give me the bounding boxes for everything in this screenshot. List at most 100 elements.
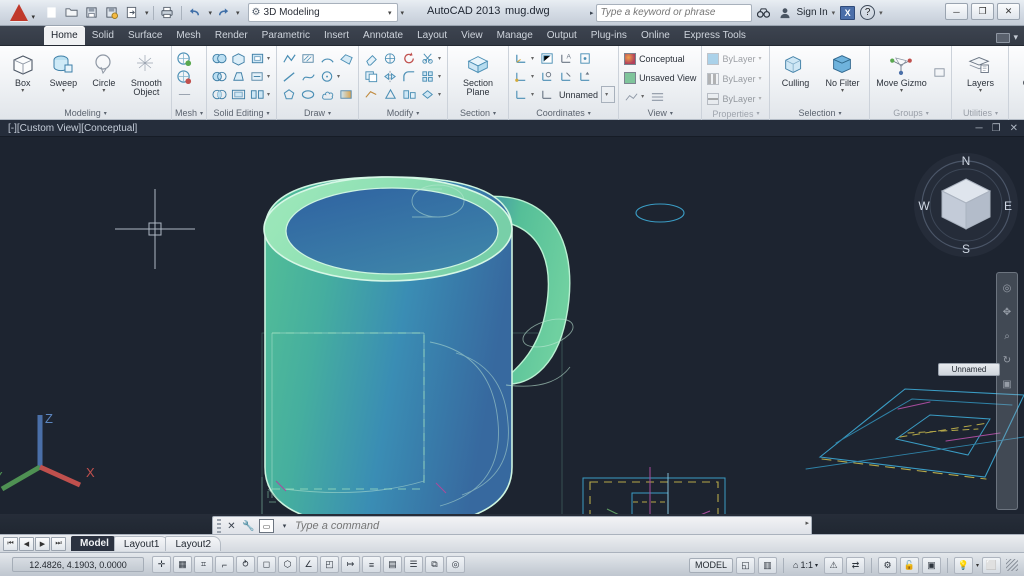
prev-layout-button[interactable]: ◀ <box>19 537 34 551</box>
chevron-down-icon[interactable]: ▾ <box>641 93 647 100</box>
copy-icon[interactable] <box>362 68 380 85</box>
export-dropdown-caret[interactable]: ▾ <box>145 9 149 17</box>
ortho-mode-icon[interactable]: ⌐ <box>215 556 234 573</box>
selection-cycling-icon[interactable]: ⧉ <box>425 556 444 573</box>
help-icon[interactable]: ? <box>860 5 875 20</box>
binoculars-icon[interactable] <box>755 4 773 22</box>
panel-draw-title[interactable]: Draw ▾ <box>280 106 355 120</box>
hatch-icon[interactable] <box>299 50 317 67</box>
search-input[interactable] <box>601 7 747 18</box>
export-icon[interactable] <box>122 3 141 22</box>
ucs-object-icon[interactable] <box>538 68 556 85</box>
redo-dropdown-caret[interactable]: ▾ <box>236 9 240 17</box>
viewport-label[interactable]: [-][Custom View][Conceptual] <box>8 123 137 134</box>
drawing-canvas[interactable]: Y X Z N E S W <box>0 137 1024 514</box>
no-filter-button[interactable]: No Filter ▾ <box>818 50 866 94</box>
fillet-icon[interactable] <box>400 68 418 85</box>
move-gizmo-button[interactable]: Move Gizmo ▾ <box>873 50 929 94</box>
panel-clipboard-title[interactable]: ▾ Clipboard <box>1012 106 1024 120</box>
union-icon[interactable] <box>210 50 228 67</box>
mesh-refine-icon[interactable] <box>175 50 193 67</box>
chevron-down-icon[interactable]: ▾ <box>267 110 270 117</box>
chevron-down-icon[interactable]: ▾ <box>267 55 273 62</box>
3d-array-icon[interactable] <box>419 86 437 103</box>
viewport-close-button[interactable]: ✕ <box>1010 123 1018 134</box>
open-icon[interactable] <box>62 3 81 22</box>
orbit-icon[interactable]: ↻ <box>1000 353 1015 368</box>
chevron-down-icon[interactable]: ▾ <box>62 89 65 94</box>
chevron-down-icon[interactable]: ▾ <box>438 91 444 98</box>
arc-icon[interactable] <box>318 50 336 67</box>
wrench-icon[interactable]: 🔧 <box>242 521 255 532</box>
chevron-down-icon[interactable]: ▾ <box>438 55 444 62</box>
otrack-icon[interactable]: ∠ <box>299 556 318 573</box>
tab-layout1[interactable]: Layout1 <box>114 536 170 551</box>
workspace-extra-caret[interactable]: ▾ <box>401 9 405 17</box>
groups-button[interactable]: Groups ▾ <box>1012 50 1024 94</box>
chevron-down-icon[interactable]: ▾ <box>267 91 273 98</box>
layers-button[interactable]: Layers ▾ <box>955 50 1005 94</box>
chevron-down-icon[interactable]: ▾ <box>385 9 395 17</box>
tab-solid[interactable]: Solid <box>85 26 121 45</box>
panel-modify-title[interactable]: Modify ▾ <box>362 106 444 120</box>
named-view-selector[interactable]: Unsaved View <box>622 69 698 86</box>
intersect-icon[interactable] <box>210 86 228 103</box>
coordinates-display[interactable]: 12.4826, 4.1903, 0.0000 <box>12 557 144 572</box>
chevron-down-icon[interactable]: ▾ <box>670 110 673 117</box>
navigation-bar[interactable]: ◎ ✥ ⌕ ↻ ▣ <box>996 272 1018 510</box>
model-space-icon[interactable]: ◱ <box>736 557 755 574</box>
steering-wheel-icon[interactable]: ◎ <box>1000 281 1015 296</box>
ucs-3point-icon[interactable] <box>576 50 594 67</box>
quick-properties-icon[interactable]: ☰ <box>404 556 423 573</box>
panel-groups-gizmo-title[interactable]: Groups ▾ <box>873 106 948 120</box>
polyline-icon[interactable] <box>280 50 298 67</box>
culling-button[interactable]: Culling <box>773 50 817 88</box>
chevron-down-icon[interactable]: ▾ <box>493 110 496 117</box>
autodesk-exchange-icon[interactable]: X <box>840 6 855 20</box>
chevron-down-icon[interactable]: ▾ <box>588 110 591 117</box>
chevron-down-icon[interactable]: ▾ <box>979 89 982 94</box>
property-linetype[interactable]: ByLayer ▾ <box>705 70 766 87</box>
spline-icon[interactable] <box>299 68 317 85</box>
section-plane-button[interactable]: Section Plane <box>451 50 505 97</box>
offset-edge-icon[interactable] <box>229 86 247 103</box>
tab-surface[interactable]: Surface <box>121 26 169 45</box>
user-account-icon[interactable] <box>776 4 794 22</box>
command-line-grip[interactable] <box>217 519 221 533</box>
undo-dropdown-caret[interactable]: ▾ <box>209 9 213 17</box>
isolate-objects-icon[interactable]: 💡 <box>954 557 973 574</box>
chevron-down-icon[interactable]: ▾ <box>900 89 903 94</box>
tab-layout2[interactable]: Layout2 <box>165 536 221 551</box>
array-icon[interactable] <box>419 68 437 85</box>
toolbar-lock-icon[interactable]: 🔓 <box>900 557 919 574</box>
viewcube-named-view[interactable]: Unnamed <box>938 363 1000 376</box>
tab-annotate[interactable]: Annotate <box>356 26 410 45</box>
object-snap-icon[interactable]: ◻ <box>257 556 276 573</box>
close-icon[interactable]: ✕ <box>225 521 238 532</box>
view-list-icon[interactable] <box>648 88 666 105</box>
chevron-down-icon[interactable]: ▾ <box>438 73 444 80</box>
separate-icon[interactable] <box>248 86 266 103</box>
chevron-down-icon[interactable]: ▾ <box>841 89 844 94</box>
property-lineweight[interactable]: ByLayer ▾ <box>705 90 766 107</box>
tab-view[interactable]: View <box>454 26 490 45</box>
chevron-down-icon[interactable]: ▾ <box>21 89 24 94</box>
auto-scale-icon[interactable]: ⇄ <box>846 557 865 574</box>
ucs-icon[interactable] <box>512 50 530 67</box>
panel-selection-title[interactable]: Selection ▾ <box>773 106 866 120</box>
panel-utilities-title[interactable]: Utilities ▾ <box>955 106 1005 120</box>
annotation-scale[interactable]: ⌂ 1:1 ▾ <box>790 557 821 573</box>
box-button[interactable]: Box ▾ <box>3 50 43 94</box>
tab-insert[interactable]: Insert <box>317 26 356 45</box>
ucs-zaxis-icon[interactable] <box>576 68 594 85</box>
gizmo-options-icon[interactable] <box>930 64 948 81</box>
grid-display-icon[interactable]: ⌗ <box>194 556 213 573</box>
ribbon-minimize-control[interactable]: ▾ <box>996 32 1018 43</box>
chevron-down-icon[interactable]: ▾ <box>758 95 764 102</box>
help-dropdown-caret[interactable]: ▾ <box>879 9 883 17</box>
ducs-icon[interactable]: ◰ <box>320 556 339 573</box>
chevron-down-icon[interactable]: ▾ <box>328 110 331 117</box>
chevron-down-icon[interactable]: ▾ <box>758 75 764 82</box>
chevron-down-icon[interactable]: ▾ <box>531 55 537 62</box>
close-button[interactable]: ✕ <box>997 3 1020 20</box>
